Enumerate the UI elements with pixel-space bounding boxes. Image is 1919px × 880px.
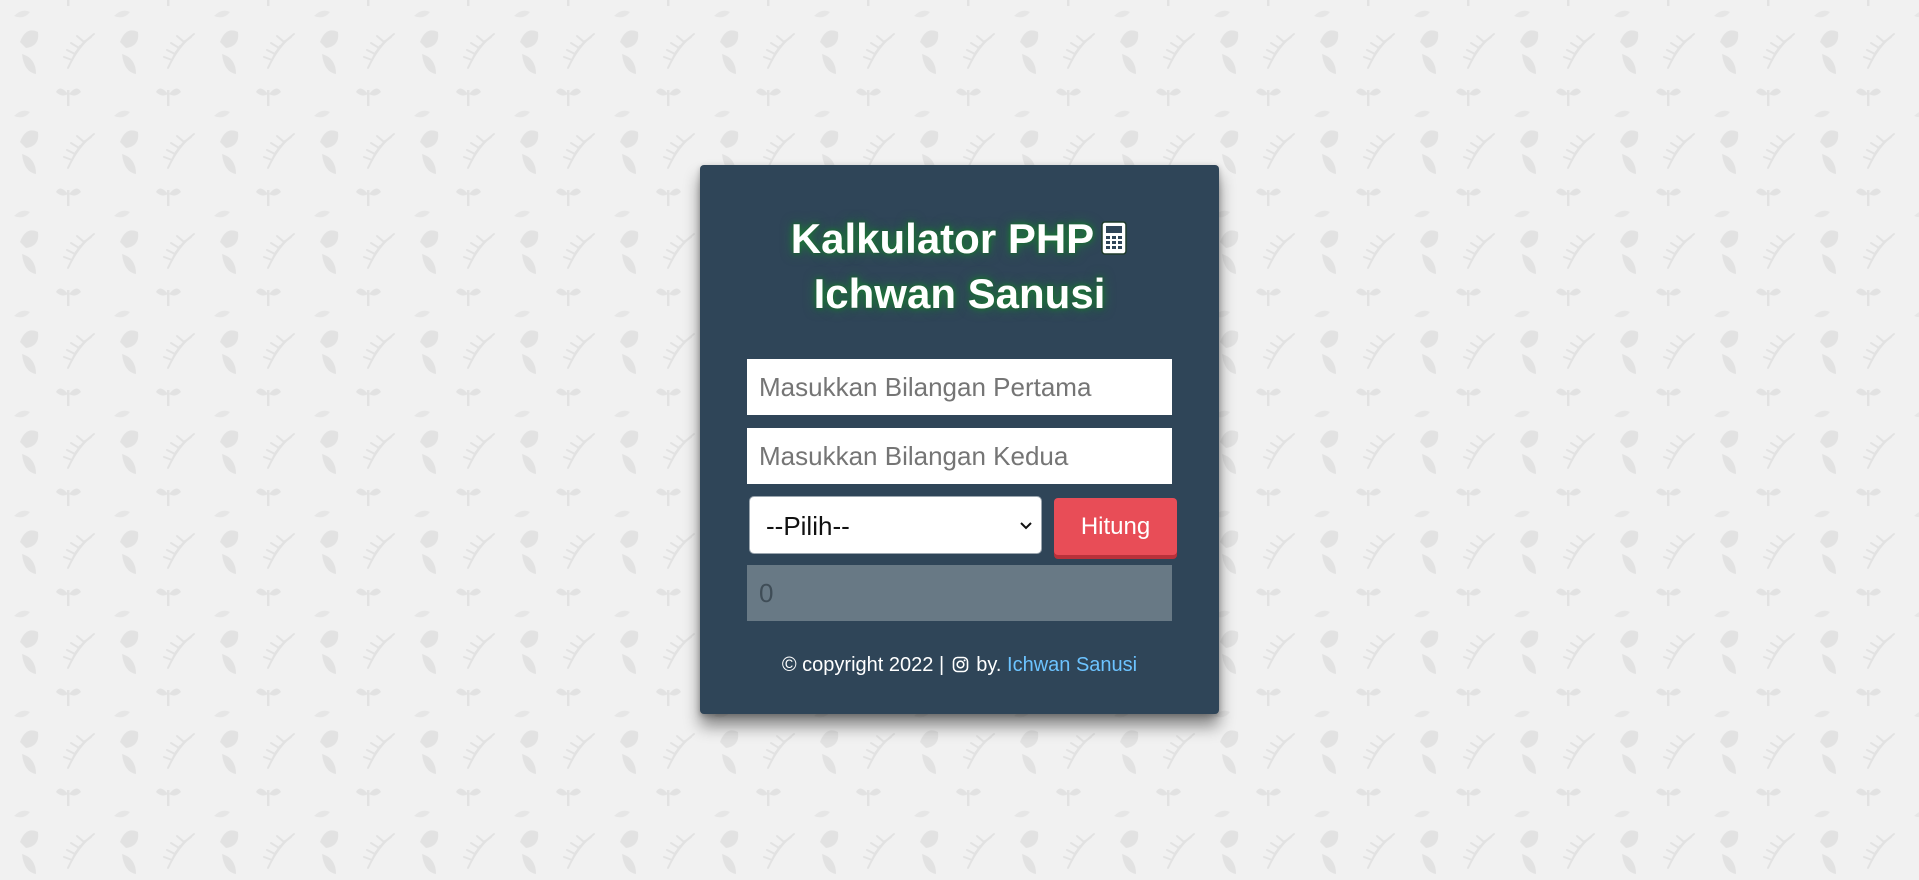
calculate-button[interactable]: Hitung: [1054, 498, 1177, 555]
copyright-text: © copyright 2022 |: [781, 654, 945, 676]
chevron-down-icon: [1019, 518, 1033, 536]
second-number-input[interactable]: [747, 428, 1172, 484]
instagram-icon: [952, 655, 969, 679]
calculator-icon: [1100, 216, 1128, 268]
operator-select[interactable]: --Pilih--: [749, 496, 1042, 554]
page-title: Kalkulator PHP Ichwan Sanusi: [700, 213, 1219, 320]
footer: © copyright 2022 | by. Ichwan Sanusi: [700, 653, 1219, 679]
title-line-1: Kalkulator PHP: [790, 215, 1095, 262]
calculator-card: Kalkulator PHP Ichwan Sanusi --Pilih-- H…: [700, 165, 1219, 714]
author-link[interactable]: Ichwan Sanusi: [1007, 654, 1137, 676]
operator-select-value: --Pilih--: [766, 511, 850, 541]
by-text: by.: [976, 654, 1002, 676]
result-field: 0: [747, 565, 1172, 621]
title-line-2: Ichwan Sanusi: [813, 270, 1106, 317]
first-number-input[interactable]: [747, 359, 1172, 415]
